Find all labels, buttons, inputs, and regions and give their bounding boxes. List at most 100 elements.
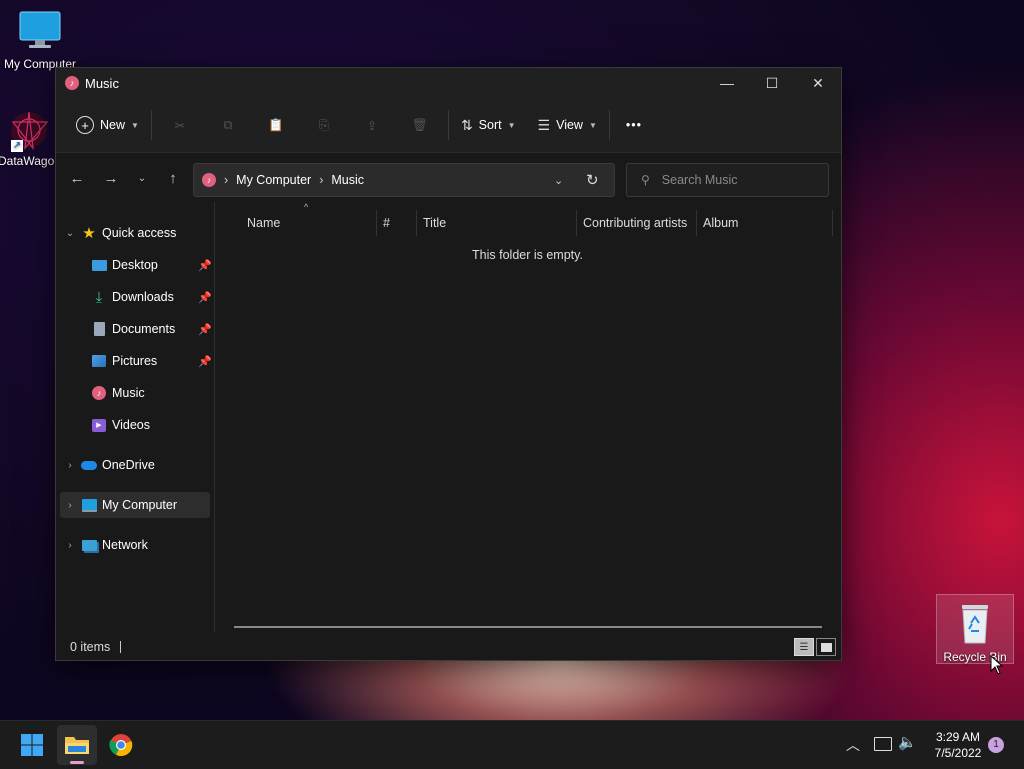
window-title: Music [85, 75, 119, 91]
empty-folder-message: This folder is empty. [472, 248, 583, 262]
clock-date: 7/5/2022 [934, 746, 982, 760]
computer-icon [80, 497, 98, 513]
recent-locations-chevron-icon[interactable]: ⌄ [128, 163, 156, 193]
breadcrumb-my-computer[interactable]: My Computer [236, 173, 311, 187]
sidebar-item-videos[interactable]: ▶ Videos [60, 412, 214, 438]
sidebar-item-documents[interactable]: Documents 📌 [60, 316, 214, 342]
sidebar-item-music[interactable]: ♪ Music [60, 380, 214, 406]
back-arrow-icon[interactable]: ← [60, 163, 94, 193]
maximize-icon: ☐ [765, 74, 779, 91]
column-header-title[interactable]: Title [417, 210, 577, 236]
column-header-label: # [383, 216, 390, 230]
sort-icon: ⇅ [460, 116, 473, 133]
address-history-chevron-icon[interactable]: ⌄ [554, 174, 563, 187]
minimize-button[interactable]: — [704, 68, 750, 98]
maximize-button[interactable]: ☐ [749, 68, 795, 98]
column-header-contributing-artists[interactable]: Contributing artists [577, 210, 697, 236]
sidebar-item-pictures[interactable]: Pictures 📌 [60, 348, 214, 374]
mouse-cursor-icon [990, 654, 1004, 680]
search-input[interactable] [659, 172, 824, 188]
datawago-icon: ↗ [7, 108, 51, 152]
toolbar-divider [150, 110, 152, 140]
details-view-icon[interactable]: ☰ [794, 638, 814, 656]
up-arrow-icon[interactable]: ↑ [156, 163, 190, 193]
navigation-pane: ⌄ ★ Quick access Desktop 📌 ⤓ Downloads 📌… [56, 202, 215, 632]
sidebar-item-desktop[interactable]: Desktop 📌 [60, 252, 214, 278]
recycle-bin-icon [937, 601, 1013, 648]
clock-time: 3:29 AM [935, 730, 981, 744]
minimize-icon: — [720, 75, 734, 91]
close-icon: ✕ [812, 74, 824, 91]
toolbar-divider [447, 110, 449, 140]
rename-icon[interactable]: ⎘ [300, 109, 348, 141]
shortcut-arrow-icon: ↗ [11, 140, 23, 152]
refresh-icon[interactable]: ↻ [586, 171, 599, 189]
view-icon: ☰ [537, 116, 551, 133]
column-header-album[interactable]: Album [697, 210, 833, 236]
address-bar[interactable]: ♪ › My Computer › Music ⌄ ↻ [193, 163, 615, 197]
sort-button[interactable]: ⇅ Sort ▼ [453, 109, 524, 141]
horizontal-scrollbar[interactable] [234, 626, 822, 628]
notification-badge[interactable]: 1 [988, 737, 1004, 753]
title-bar[interactable]: ♪ Music — ☐ ✕ [56, 68, 841, 98]
copy-icon[interactable]: ⧉ [204, 109, 252, 141]
start-button[interactable] [12, 725, 52, 765]
column-header-number[interactable]: # [377, 210, 417, 236]
close-button[interactable]: ✕ [795, 68, 841, 98]
more-icon: ••• [625, 118, 643, 132]
breadcrumb-separator-icon: › [224, 173, 229, 187]
taskbar-file-explorer[interactable] [57, 725, 97, 765]
chevron-right-icon: › [68, 459, 72, 471]
desktop-icon-datawago[interactable]: ↗ DataWago [0, 108, 60, 168]
chevron-down-icon: ▼ [131, 120, 139, 130]
paste-icon[interactable]: 📋 [252, 109, 300, 141]
sidebar-item-my-computer[interactable]: › My Computer [60, 492, 210, 518]
active-app-indicator [70, 761, 84, 764]
sidebar-item-onedrive[interactable]: › OneDrive [60, 452, 210, 478]
view-button[interactable]: ☰ View ▼ [530, 109, 605, 141]
music-icon: ♪ [90, 385, 108, 401]
item-count: 0 items [70, 640, 111, 654]
volume-icon[interactable]: 🔈 [898, 733, 917, 751]
documents-icon [90, 321, 108, 337]
show-hidden-icons-chevron-icon[interactable]: ︿ [846, 735, 860, 755]
pin-icon[interactable]: 📌 [198, 259, 212, 272]
music-icon: ♪ [65, 76, 79, 90]
more-options-button[interactable]: ••• [618, 109, 650, 141]
breadcrumb-music[interactable]: Music [331, 173, 364, 187]
pin-icon[interactable]: 📌 [198, 323, 212, 336]
desktop-icon-recycle-bin[interactable]: Recycle Bin [936, 594, 1014, 664]
sidebar-item-label: Pictures [112, 354, 158, 368]
status-divider [120, 641, 122, 653]
pin-icon[interactable]: 📌 [198, 355, 212, 368]
sidebar-item-network[interactable]: › Network [60, 532, 210, 558]
cut-icon[interactable]: ✂ [156, 109, 204, 141]
share-icon[interactable]: ⇪ [348, 109, 396, 141]
forward-arrow-icon[interactable]: → [94, 163, 128, 193]
desktop-icon-my-computer[interactable]: My Computer [0, 8, 80, 71]
taskbar-chrome[interactable] [101, 725, 141, 765]
chevron-down-icon: ▼ [588, 120, 597, 130]
large-icons-view-icon[interactable] [816, 638, 836, 656]
music-icon: ♪ [202, 173, 216, 187]
command-bar: + New ▼ ✂ ⧉ 📋 ⎘ ⇪ 🗑 ⇅ Sort ▼ ☰ View ▼ ••… [56, 98, 841, 153]
sidebar-item-downloads[interactable]: ⤓ Downloads 📌 [60, 284, 214, 310]
sidebar-item-label: Documents [112, 322, 176, 336]
onedrive-icon [80, 457, 98, 473]
monitor-icon [0, 8, 80, 55]
delete-icon[interactable]: 🗑 [396, 109, 444, 141]
pin-icon[interactable]: 📌 [198, 291, 212, 304]
breadcrumb-separator-icon: › [319, 173, 324, 187]
network-status-icon[interactable] [874, 737, 892, 751]
windows-logo-icon [21, 734, 43, 756]
view-label: View [556, 118, 583, 132]
sidebar-item-quick-access[interactable]: ⌄ ★ Quick access [60, 220, 210, 246]
chevron-down-icon: ⌄ [65, 227, 75, 239]
sidebar-item-label: Quick access [102, 226, 177, 240]
system-clock[interactable]: 3:29 AM 7/5/2022 [920, 729, 996, 761]
new-button[interactable]: + New ▼ [68, 109, 147, 141]
column-header-name[interactable]: Name [241, 210, 377, 236]
search-box[interactable]: ⚲ [626, 163, 829, 197]
folder-icon [65, 737, 89, 754]
navigation-bar: ← → ⌄ ↑ ♪ › My Computer › Music ⌄ ↻ ⚲ [56, 153, 841, 203]
